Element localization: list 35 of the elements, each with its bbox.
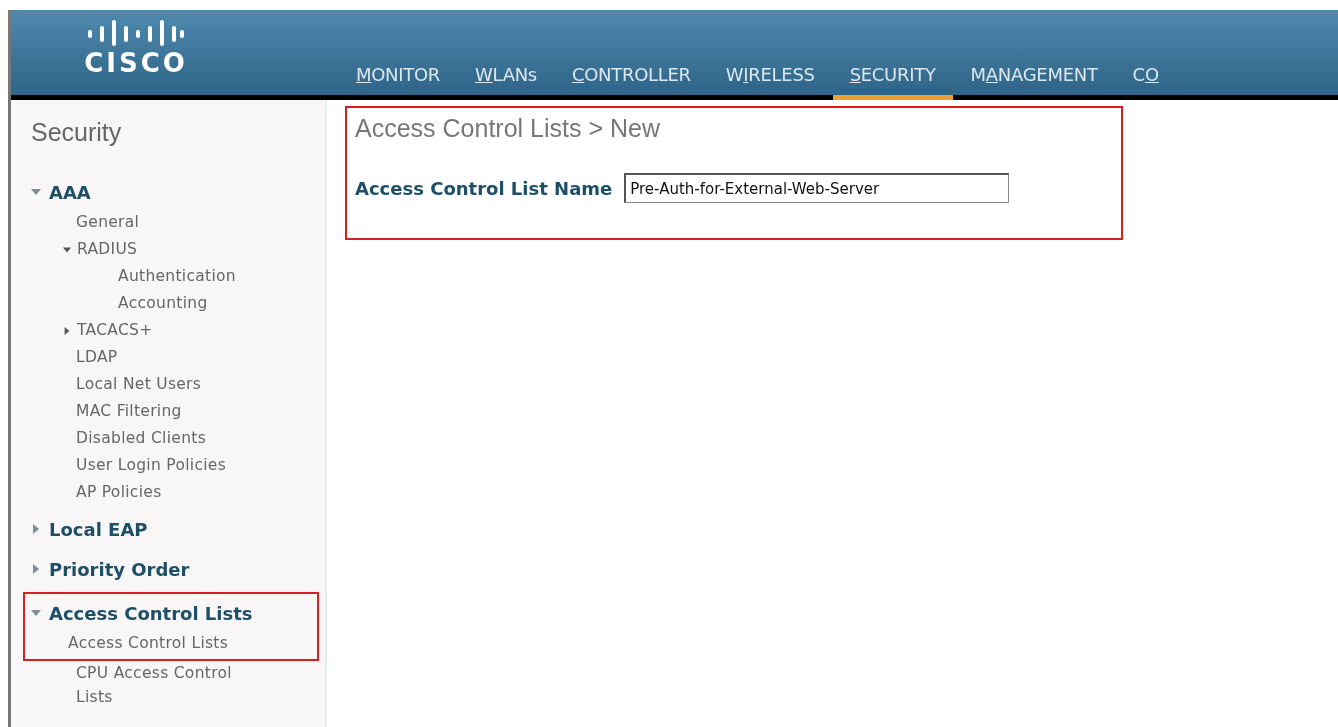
nav-tab[interactable]: CO <box>1115 64 1176 100</box>
expand-triangle-icon[interactable] <box>31 524 41 534</box>
sidebar-item[interactable]: Local Net Users <box>31 371 325 398</box>
nav-tab[interactable]: WIRELESS <box>708 64 832 100</box>
expand-triangle-icon[interactable] <box>63 326 71 335</box>
sidebar-title: Security <box>31 118 123 147</box>
nav-tab[interactable]: MANAGEMENT <box>953 64 1115 100</box>
sidebar-item[interactable]: MAC Filtering <box>31 398 325 425</box>
nav-tab[interactable]: WLANs <box>458 64 554 100</box>
expand-triangle-icon[interactable] <box>31 564 41 574</box>
nav-tab[interactable]: CONTROLLER <box>554 64 708 100</box>
sidebar-item[interactable]: LDAP <box>31 344 325 371</box>
collapse-triangle-icon[interactable] <box>63 245 71 254</box>
sidebar-item[interactable]: Accounting <box>31 290 325 317</box>
sidebar-section[interactable]: Access Control Lists <box>49 602 253 624</box>
sidebar-item[interactable]: CPU Access Control Lists <box>31 661 251 709</box>
sidebar-item[interactable]: TACACS+ <box>77 317 153 344</box>
field-label: Access Control List Name <box>355 177 613 199</box>
sidebar-item[interactable]: RADIUS <box>77 236 138 263</box>
sidebar-item[interactable]: User Login Policies <box>31 452 325 479</box>
logo-text: CISCO <box>84 49 188 76</box>
sidebar-item[interactable]: Disabled Clients <box>31 425 325 452</box>
sidebar-section[interactable]: AAA <box>49 181 91 203</box>
name-input-field[interactable]: Pre-Auth-for-External-Web-Server <box>624 173 1010 203</box>
collapse-triangle-icon[interactable] <box>31 608 41 618</box>
nav-tab[interactable]: MONITOR <box>339 64 458 100</box>
sidebar-item[interactable]: Authentication <box>31 263 325 290</box>
page-title: Access Control Lists > New <box>355 114 661 143</box>
sidebar-item[interactable]: AP Policies <box>31 479 325 506</box>
sidebar-section[interactable]: Local EAP <box>49 518 148 540</box>
collapse-triangle-icon[interactable] <box>31 187 41 197</box>
sidebar-item[interactable]: Access Control Lists <box>31 630 317 657</box>
logo-bars-icon <box>88 19 184 46</box>
sidebar-section[interactable]: Priority Order <box>49 558 190 580</box>
sidebar-item[interactable]: General <box>31 209 325 236</box>
